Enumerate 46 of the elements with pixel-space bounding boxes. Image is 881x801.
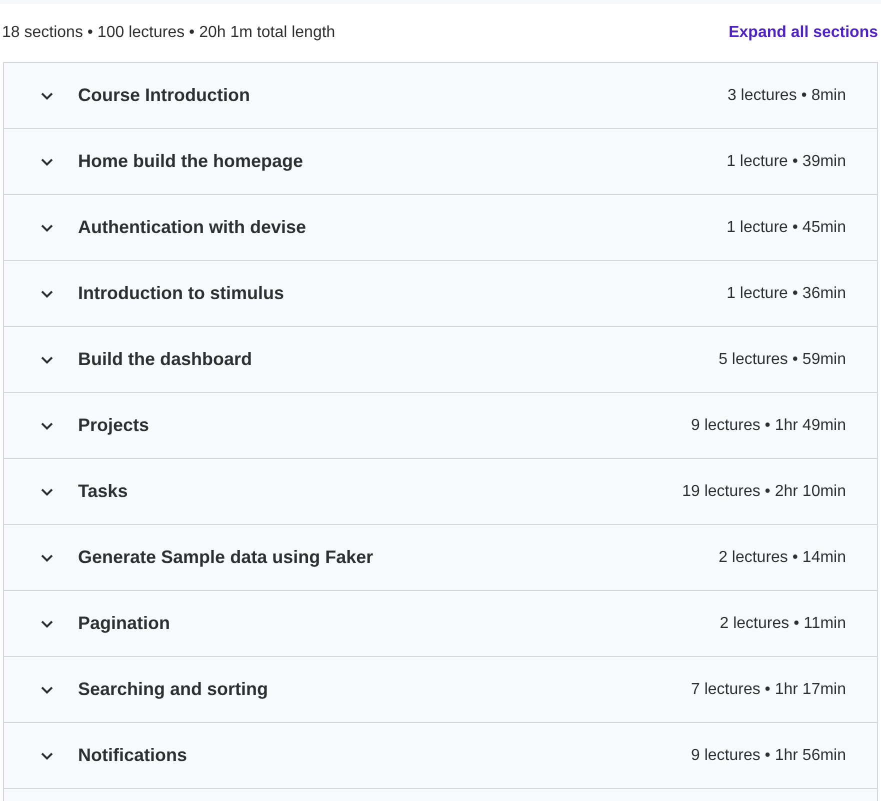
chevron-down-icon (40, 420, 54, 430)
section-header[interactable]: Build the dashboard 5 lectures • 59min (4, 327, 877, 393)
section-header[interactable]: Searching and sorting 7 lectures • 1hr 17min (4, 657, 877, 723)
section-meta: 2 lectures • 11min (720, 614, 846, 634)
section-title: Authentication with devise (78, 216, 308, 239)
section-title: Course Introduction (78, 84, 251, 107)
chevron-down-icon (40, 156, 54, 166)
section-header[interactable]: Pagination 2 lectures • 11min (4, 591, 877, 657)
section-meta: 5 lectures • 59min (718, 350, 846, 370)
chevron-down-icon (40, 354, 54, 364)
section-title: Build the dashboard (78, 348, 254, 371)
section-header[interactable]: Home build the homepage 1 lecture • 39min (4, 129, 877, 195)
section-meta: 7 lectures • 1hr 17min (690, 680, 846, 700)
section-meta: 1 lecture • 45min (726, 218, 846, 238)
section-title: Notifications (78, 744, 188, 767)
section-title: Generate Sample data using Faker (78, 546, 374, 569)
section-title: Searching and sorting (78, 678, 270, 701)
section-meta: 9 lectures • 1hr 56min (690, 746, 846, 766)
chevron-down-icon (40, 618, 54, 628)
section-header[interactable]: Generate Sample data using Faker 2 lectures • 14min (4, 525, 877, 591)
expand-all-link[interactable]: Expand all sections (728, 21, 878, 45)
section-header[interactable]: Introduction to stimulus 1 lecture • 36min (4, 261, 877, 327)
section-header[interactable]: Authentication with devise 1 lecture • 45min (4, 195, 877, 261)
section-meta: 2 lectures • 14min (718, 548, 846, 568)
chevron-down-icon (40, 750, 54, 760)
section-meta: 3 lectures • 8min (727, 86, 846, 106)
chevron-down-icon (40, 222, 54, 232)
section-header[interactable]: Projects 9 lectures • 1hr 49min (4, 393, 877, 459)
section-meta: 19 lectures • 2hr 10min (682, 482, 846, 502)
section-meta: 1 lecture • 36min (726, 284, 846, 304)
section-title: Home build the homepage (78, 150, 304, 173)
section-header[interactable]: Course Introduction 3 lectures • 8min (4, 63, 877, 129)
section-title: Projects (78, 414, 150, 437)
chevron-down-icon (40, 486, 54, 496)
chevron-down-icon (40, 90, 54, 100)
section-title: Pagination (78, 612, 172, 635)
section-meta: 1 lecture • 39min (726, 152, 846, 172)
section-header[interactable]: Notifications 9 lectures • 1hr 56min (4, 723, 877, 789)
chevron-down-icon (40, 552, 54, 562)
chevron-down-icon (40, 684, 54, 694)
section-header[interactable]: Tasks 19 lectures • 2hr 10min (4, 459, 877, 525)
chevron-down-icon (40, 288, 54, 298)
section-meta: 9 lectures • 1hr 49min (690, 416, 846, 436)
section-title: Introduction to stimulus (78, 282, 285, 305)
course-summary: 18 sections • 100 lectures • 20h 1m total length (2, 23, 336, 43)
section-title: Tasks (78, 480, 129, 503)
